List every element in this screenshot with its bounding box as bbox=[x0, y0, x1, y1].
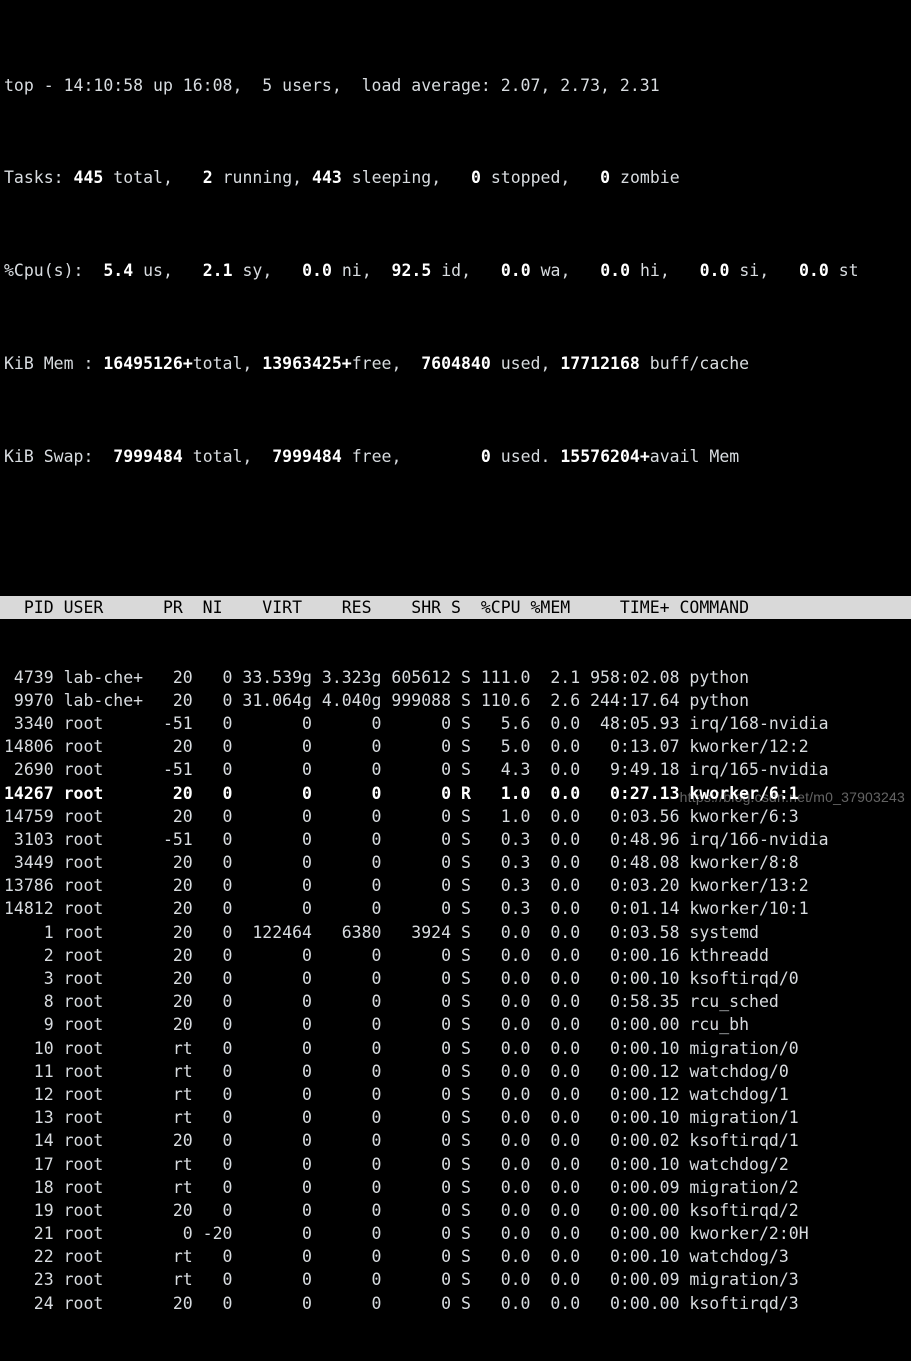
table-row[interactable]: 14759 root 20 0 0 0 0 S 1.0 0.0 0:03.56 … bbox=[0, 805, 911, 828]
summary-line-cpu: %Cpu(s): 5.4 us, 2.1 sy, 0.0 ni, 92.5 id… bbox=[4, 259, 911, 282]
table-row[interactable]: 10 root rt 0 0 0 0 S 0.0 0.0 0:00.10 mig… bbox=[0, 1037, 911, 1060]
table-row[interactable]: 3340 root -51 0 0 0 0 S 5.6 0.0 48:05.93… bbox=[0, 712, 911, 735]
tasks-sleeping-label: sleeping, bbox=[351, 168, 442, 188]
swap-free-value: 7999484 bbox=[272, 446, 342, 466]
cpu-id-value: 92.5 bbox=[391, 261, 432, 281]
uptime-text: top - 14:10:58 up 16:08, 5 users, load a… bbox=[4, 75, 660, 95]
table-row[interactable]: 2 root 20 0 0 0 0 S 0.0 0.0 0:00.16 kthr… bbox=[0, 944, 911, 967]
process-table-body[interactable]: 4739 lab-che+ 20 0 33.539g 3.323g 605612… bbox=[0, 666, 911, 1315]
swap-avail-label: avail Mem bbox=[649, 446, 740, 466]
table-row[interactable]: 23 root rt 0 0 0 0 S 0.0 0.0 0:00.09 mig… bbox=[0, 1268, 911, 1291]
table-row[interactable]: 14267 root 20 0 0 0 0 R 1.0 0.0 0:27.13 … bbox=[0, 782, 911, 805]
cpu-si-label: si, bbox=[739, 261, 770, 281]
summary-line-swap: KiB Swap: 7999484 total, 7999484 free, 0… bbox=[4, 445, 911, 468]
swap-used-value: 0 bbox=[480, 446, 491, 466]
mem-total-label: total, bbox=[192, 354, 253, 373]
terminal-window[interactable]: top - 14:10:58 up 16:08, 5 users, load a… bbox=[0, 0, 911, 1313]
swap-total-value: 7999484 bbox=[113, 446, 183, 466]
swap-free-label: free, bbox=[351, 446, 402, 466]
mem-label: KiB Mem : bbox=[4, 354, 94, 373]
tasks-stopped-value: 0 bbox=[470, 168, 481, 188]
table-row[interactable]: 3449 root 20 0 0 0 0 S 0.3 0.0 0:48.08 k… bbox=[0, 851, 911, 874]
cpu-hi-label: hi, bbox=[639, 261, 670, 281]
cpu-hi-value: 0.0 bbox=[600, 261, 631, 281]
swap-used-label: used. bbox=[500, 446, 551, 466]
cpu-st-label: st bbox=[838, 261, 859, 281]
table-row[interactable]: 9970 lab-che+ 20 0 31.064g 4.040g 999088… bbox=[0, 689, 911, 712]
summary-table-divider bbox=[0, 538, 911, 550]
tasks-total-label: total, bbox=[113, 168, 173, 188]
cpu-st-value: 0.0 bbox=[798, 261, 829, 281]
mem-total-value: 16495126+ bbox=[103, 354, 193, 373]
table-row[interactable]: 9 root 20 0 0 0 0 S 0.0 0.0 0:00.00 rcu_… bbox=[0, 1013, 911, 1036]
cpu-si-value: 0.0 bbox=[699, 261, 730, 281]
summary-line-mem: KiB Mem : 16495126+total, 13963425+free,… bbox=[4, 352, 911, 375]
table-row[interactable]: 17 root rt 0 0 0 0 S 0.0 0.0 0:00.10 wat… bbox=[0, 1153, 911, 1176]
mem-free-label: free, bbox=[351, 354, 402, 373]
mem-buffcache-value: 17712168 bbox=[560, 354, 640, 373]
table-row[interactable]: 24 root 20 0 0 0 0 S 0.0 0.0 0:00.00 kso… bbox=[0, 1292, 911, 1315]
cpu-id-label: id, bbox=[441, 261, 472, 281]
table-row[interactable]: 18 root rt 0 0 0 0 S 0.0 0.0 0:00.09 mig… bbox=[0, 1176, 911, 1199]
tasks-running-label: running, bbox=[222, 168, 303, 188]
table-row[interactable]: 19 root 20 0 0 0 0 S 0.0 0.0 0:00.00 kso… bbox=[0, 1199, 911, 1222]
table-row[interactable]: 13 root rt 0 0 0 0 S 0.0 0.0 0:00.10 mig… bbox=[0, 1106, 911, 1129]
mem-used-label: used, bbox=[500, 354, 551, 373]
table-row[interactable]: 14812 root 20 0 0 0 0 S 0.3 0.0 0:01.14 … bbox=[0, 897, 911, 920]
cpu-wa-value: 0.0 bbox=[500, 261, 531, 281]
cpu-ni-value: 0.0 bbox=[302, 261, 332, 281]
tasks-label: Tasks: bbox=[4, 168, 64, 188]
table-row[interactable]: 14806 root 20 0 0 0 0 S 5.0 0.0 0:13.07 … bbox=[0, 735, 911, 758]
table-row[interactable]: 2690 root -51 0 0 0 0 S 4.3 0.0 9:49.18 … bbox=[0, 758, 911, 781]
table-row[interactable]: 4739 lab-che+ 20 0 33.539g 3.323g 605612… bbox=[0, 666, 911, 689]
swap-total-label: total, bbox=[192, 446, 253, 466]
table-row[interactable]: 12 root rt 0 0 0 0 S 0.0 0.0 0:00.12 wat… bbox=[0, 1083, 911, 1106]
cpu-us-label: us, bbox=[143, 261, 173, 281]
table-row[interactable]: 22 root rt 0 0 0 0 S 0.0 0.0 0:00.10 wat… bbox=[0, 1245, 911, 1268]
mem-used-value: 7604840 bbox=[421, 354, 491, 373]
summary-line-tasks: Tasks: 445 total, 2 running, 443 sleepin… bbox=[4, 166, 911, 189]
cpu-wa-label: wa, bbox=[540, 261, 571, 281]
swap-avail-value: 15576204+ bbox=[560, 446, 650, 466]
summary-line-uptime: top - 14:10:58 up 16:08, 5 users, load a… bbox=[4, 74, 911, 97]
tasks-zombie-value: 0 bbox=[600, 168, 611, 188]
tasks-running-value: 2 bbox=[202, 168, 213, 188]
cpu-label: %Cpu(s): bbox=[4, 261, 84, 281]
tasks-total-value: 445 bbox=[73, 168, 104, 188]
table-row[interactable]: 11 root rt 0 0 0 0 S 0.0 0.0 0:00.12 wat… bbox=[0, 1060, 911, 1083]
tasks-stopped-label: stopped, bbox=[490, 168, 571, 188]
tasks-sleeping-value: 443 bbox=[312, 168, 342, 188]
table-row[interactable]: 13786 root 20 0 0 0 0 S 0.3 0.0 0:03.20 … bbox=[0, 874, 911, 897]
table-row[interactable]: 1 root 20 0 122464 6380 3924 S 0.0 0.0 0… bbox=[0, 921, 911, 944]
cpu-ni-label: ni, bbox=[341, 261, 372, 281]
table-row[interactable]: 3 root 20 0 0 0 0 S 0.0 0.0 0:00.10 ksof… bbox=[0, 967, 911, 990]
tasks-zombie-label: zombie bbox=[620, 168, 680, 188]
table-row[interactable]: 21 root 0 -20 0 0 0 S 0.0 0.0 0:00.00 kw… bbox=[0, 1222, 911, 1245]
top-summary-area: top - 14:10:58 up 16:08, 5 users, load a… bbox=[0, 0, 911, 538]
process-table-header[interactable]: PID USER PR NI VIRT RES SHR S %CPU %MEM … bbox=[0, 596, 911, 620]
swap-label: KiB Swap: bbox=[4, 446, 94, 466]
process-table[interactable]: PID USER PR NI VIRT RES SHR S %CPU %MEM … bbox=[0, 550, 911, 1361]
table-row[interactable]: 14 root 20 0 0 0 0 S 0.0 0.0 0:00.02 kso… bbox=[0, 1129, 911, 1152]
cpu-sy-value: 2.1 bbox=[202, 261, 233, 281]
table-row[interactable]: 8 root 20 0 0 0 0 S 0.0 0.0 0:58.35 rcu_… bbox=[0, 990, 911, 1013]
cpu-sy-label: sy, bbox=[242, 261, 273, 281]
mem-free-value: 13963425+ bbox=[262, 354, 352, 373]
cpu-us-value: 5.4 bbox=[103, 261, 134, 281]
table-row[interactable]: 3103 root -51 0 0 0 0 S 0.3 0.0 0:48.96 … bbox=[0, 828, 911, 851]
mem-buffcache-label: buff/cache bbox=[649, 354, 750, 373]
